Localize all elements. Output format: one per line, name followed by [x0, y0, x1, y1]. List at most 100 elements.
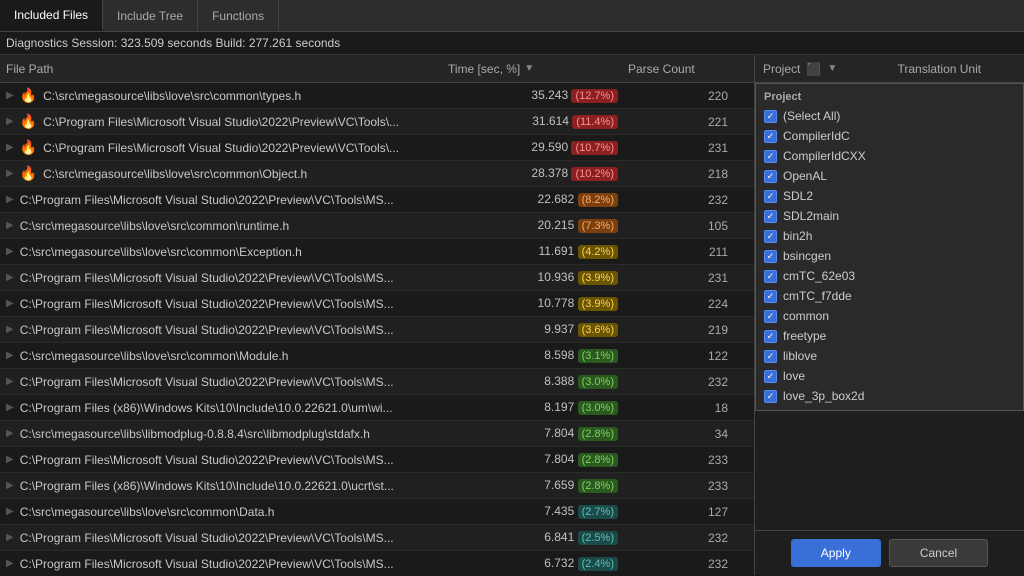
checkbox[interactable] [764, 350, 777, 363]
expand-icon[interactable]: ▶ [6, 402, 14, 413]
table-row[interactable]: ▶ C:\Program Files (x86)\Windows Kits\10… [0, 395, 754, 421]
dropdown-item[interactable]: liblove [756, 346, 1023, 366]
checkbox[interactable] [764, 370, 777, 383]
checkbox[interactable] [764, 190, 777, 203]
panel-header: Project ⬛ ▼ Translation Unit [755, 55, 1024, 83]
apply-button[interactable]: Apply [791, 539, 881, 567]
expand-icon[interactable]: ▶ [6, 454, 14, 465]
dropdown-item[interactable]: CompilerIdCXX [756, 146, 1023, 166]
table-area: File Path Time [sec, %] ▼ Parse Count ▶ … [0, 55, 754, 575]
table-row[interactable]: ▶ C:\Program Files\Microsoft Visual Stud… [0, 525, 754, 551]
time-badge: (12.7%) [571, 89, 618, 103]
tab-include-tree[interactable]: Include Tree [103, 0, 198, 31]
expand-icon[interactable]: ▶ [6, 506, 14, 517]
table-row[interactable]: ▶ C:\src\megasource\libs\libmodplug-0.8.… [0, 421, 754, 447]
checkbox[interactable] [764, 390, 777, 403]
checkbox[interactable] [764, 170, 777, 183]
project-name: SDL2main [783, 209, 839, 223]
dropdown-scroll[interactable]: (Select All) CompilerIdC CompilerIdCXX O… [756, 106, 1023, 406]
file-path-text: C:\Program Files\Microsoft Visual Studio… [20, 531, 394, 545]
expand-icon[interactable]: ▶ [6, 376, 14, 387]
dropdown-item[interactable]: SDL2 [756, 186, 1023, 206]
dropdown-item[interactable]: cmTC_f7dde [756, 286, 1023, 306]
table-row[interactable]: ▶ C:\src\megasource\libs\love\src\common… [0, 213, 754, 239]
expand-icon[interactable]: ▶ [6, 142, 14, 153]
project-name: SDL2 [783, 189, 813, 203]
checkbox[interactable] [764, 310, 777, 323]
parse-count-cell: 221 [628, 115, 748, 129]
file-path-text: C:\src\megasource\libs\love\src\common\E… [20, 245, 302, 259]
table-row[interactable]: ▶ 🔥 C:\src\megasource\libs\love\src\comm… [0, 161, 754, 187]
dropdown-item[interactable]: SDL2main [756, 206, 1023, 226]
parse-count-cell: 232 [628, 375, 748, 389]
checkbox[interactable] [764, 210, 777, 223]
time-cell: 7.659 (2.8%) [448, 478, 628, 493]
expand-icon[interactable]: ▶ [6, 480, 14, 491]
expand-icon[interactable]: ▶ [6, 194, 14, 205]
table-body[interactable]: ▶ 🔥 C:\src\megasource\libs\love\src\comm… [0, 83, 754, 575]
dropdown-item[interactable]: bin2h [756, 226, 1023, 246]
table-row[interactable]: ▶ 🔥 C:\Program Files\Microsoft Visual St… [0, 109, 754, 135]
checkbox[interactable] [764, 270, 777, 283]
table-row[interactable]: ▶ C:\Program Files\Microsoft Visual Stud… [0, 551, 754, 575]
dropdown-item[interactable]: freetype [756, 326, 1023, 346]
table-row[interactable]: ▶ C:\src\megasource\libs\love\src\common… [0, 499, 754, 525]
table-row[interactable]: ▶ C:\Program Files\Microsoft Visual Stud… [0, 447, 754, 473]
expand-icon[interactable]: ▶ [6, 298, 14, 309]
checkbox[interactable] [764, 330, 777, 343]
time-badge: (3.9%) [578, 297, 618, 311]
project-name: common [783, 309, 829, 323]
expand-icon[interactable]: ▶ [6, 532, 14, 543]
file-path-cell: ▶ C:\Program Files\Microsoft Visual Stud… [6, 271, 448, 285]
dropdown-item[interactable]: OpenAL [756, 166, 1023, 186]
checkbox[interactable] [764, 250, 777, 263]
file-path-text: C:\src\megasource\libs\love\src\common\M… [20, 349, 289, 363]
expand-icon[interactable]: ▶ [6, 350, 14, 361]
tab-bar: Included Files Include Tree Functions [0, 0, 1024, 32]
dropdown-item[interactable]: (Select All) [756, 106, 1023, 126]
dropdown-item[interactable]: love [756, 366, 1023, 386]
dropdown-item[interactable]: cmTC_62e03 [756, 266, 1023, 286]
expand-icon[interactable]: ▶ [6, 428, 14, 439]
table-row[interactable]: ▶ 🔥 C:\src\megasource\libs\love\src\comm… [0, 83, 754, 109]
checkbox[interactable] [764, 110, 777, 123]
file-path-cell: ▶ C:\Program Files\Microsoft Visual Stud… [6, 453, 448, 467]
tab-functions[interactable]: Functions [198, 0, 279, 31]
table-row[interactable]: ▶ C:\Program Files\Microsoft Visual Stud… [0, 369, 754, 395]
time-cell: 22.682 (8.2%) [448, 192, 628, 207]
table-row[interactable]: ▶ C:\src\megasource\libs\love\src\common… [0, 239, 754, 265]
dropdown-item[interactable]: bsincgen [756, 246, 1023, 266]
parse-count-cell: 122 [628, 349, 748, 363]
expand-icon[interactable]: ▶ [6, 168, 14, 179]
expand-icon[interactable]: ▶ [6, 324, 14, 335]
table-row[interactable]: ▶ C:\Program Files\Microsoft Visual Stud… [0, 265, 754, 291]
table-row[interactable]: ▶ C:\src\megasource\libs\love\src\common… [0, 343, 754, 369]
table-row[interactable]: ▶ C:\Program Files\Microsoft Visual Stud… [0, 317, 754, 343]
time-cell: 29.590 (10.7%) [448, 140, 628, 155]
expand-icon[interactable]: ▶ [6, 272, 14, 283]
filter-icon[interactable]: ⬛ [806, 62, 821, 76]
tab-included-files[interactable]: Included Files [0, 0, 103, 31]
file-path-cell: ▶ C:\src\megasource\libs\love\src\common… [6, 505, 448, 519]
table-row[interactable]: ▶ C:\Program Files\Microsoft Visual Stud… [0, 187, 754, 213]
expand-icon[interactable]: ▶ [6, 220, 14, 231]
dropdown-item[interactable]: CompilerIdC [756, 126, 1023, 146]
checkbox[interactable] [764, 150, 777, 163]
checkbox[interactable] [764, 290, 777, 303]
expand-icon[interactable]: ▶ [6, 558, 14, 569]
parse-count-cell: 211 [628, 245, 748, 259]
time-cell: 6.841 (2.5%) [448, 530, 628, 545]
dropdown-item[interactable]: common [756, 306, 1023, 326]
table-row[interactable]: ▶ 🔥 C:\Program Files\Microsoft Visual St… [0, 135, 754, 161]
table-row[interactable]: ▶ C:\Program Files\Microsoft Visual Stud… [0, 291, 754, 317]
checkbox[interactable] [764, 130, 777, 143]
table-row[interactable]: ▶ C:\Program Files (x86)\Windows Kits\10… [0, 473, 754, 499]
expand-icon[interactable]: ▶ [6, 116, 14, 127]
checkbox[interactable] [764, 230, 777, 243]
cancel-button[interactable]: Cancel [889, 539, 988, 567]
expand-icon[interactable]: ▶ [6, 90, 14, 101]
expand-icon[interactable]: ▶ [6, 246, 14, 257]
project-name: love [783, 369, 805, 383]
fire-icon: 🔥 [20, 113, 37, 130]
dropdown-item[interactable]: love_3p_box2d [756, 386, 1023, 406]
